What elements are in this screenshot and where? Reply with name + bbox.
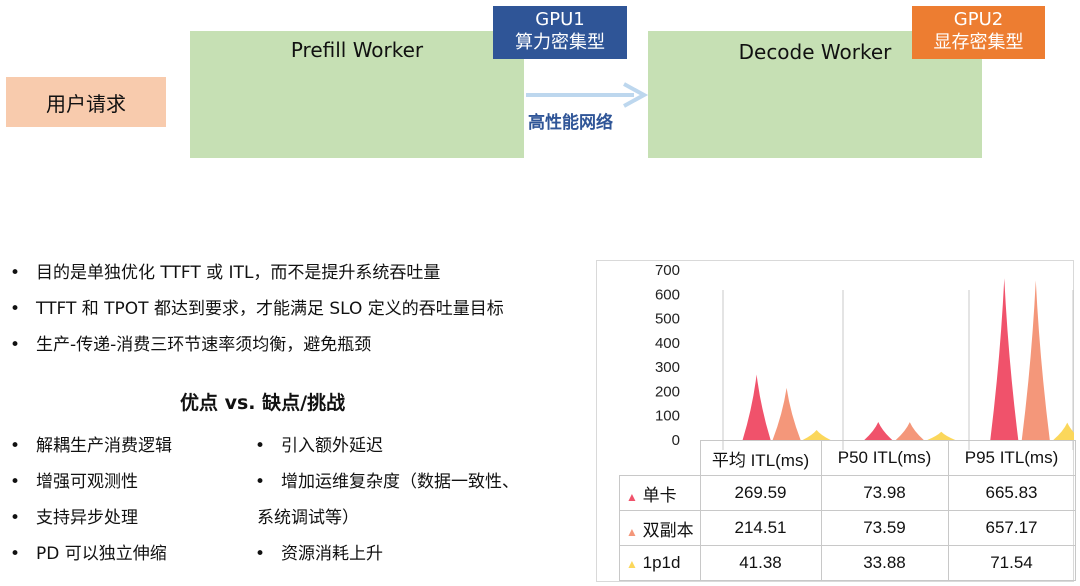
data-label: 33.88 (820, 545, 949, 581)
cons-text: 增加运维复杂度（数据一致性、 (281, 472, 519, 492)
cons-text: 引入额外延迟 (281, 436, 383, 456)
gpu2-name: GPU2 (953, 9, 1004, 30)
cons-text: 资源消耗上升 (281, 544, 383, 564)
pros-item: • 支持异步处理 (10, 500, 138, 536)
bullet-dot: • (10, 508, 21, 528)
bullet-text: 目的是单独优化 TTFT 或 ITL，而不是提升系统吞吐量 (36, 263, 441, 283)
itl-chart: 7006005004003002001000 (655, 262, 1074, 450)
table-row: ▲ 双副本 214.51 73.59 657.17 (619, 510, 1076, 546)
network-arrow (526, 82, 649, 108)
y-tick-label: 300 (655, 359, 680, 376)
y-tick-label: 600 (655, 286, 680, 303)
area-spike-1 (742, 374, 771, 440)
network-label: 高性能网络 (528, 113, 613, 133)
gpu2-tag: GPU2 显存密集型 (912, 6, 1045, 59)
column-header: P50 ITL(ms) (820, 440, 949, 476)
bullet-item: • 目的是单独优化 TTFT 或 ITL，而不是提升系统吞吐量 (10, 255, 440, 291)
data-label: 657.17 (947, 510, 1076, 546)
y-tick-label: 100 (655, 408, 680, 425)
bullet-dot: • (10, 472, 21, 492)
cons-item: • 资源消耗上升 (255, 536, 383, 572)
pros-text: 解耦生产消费逻辑 (36, 436, 172, 456)
prefill-worker-box: Prefill Worker (190, 31, 524, 158)
prefill-worker-label: Prefill Worker (290, 38, 424, 62)
legend-marker-icon: ▲ (626, 524, 638, 539)
cons-item: • 引入额外延迟 (255, 428, 383, 464)
series-name: 1p1d (642, 553, 681, 572)
bullet-dot: • (10, 299, 21, 319)
table-row: ▲ 单卡 269.59 73.98 665.83 (619, 475, 1076, 511)
y-tick-label: 500 (655, 311, 680, 328)
column-header: 平均 ITL(ms) (699, 440, 822, 476)
bullet-dot: • (10, 544, 21, 564)
area-spike-2 (772, 387, 801, 440)
cons-item-continued: 系统调试等） (257, 500, 359, 536)
pros-item: • 解耦生产消费逻辑 (10, 428, 172, 464)
pros-text: 支持异步处理 (36, 508, 138, 528)
bullet-item: • TTFT 和 TPOT 都达到要求，才能满足 SLO 定义的吞吐量目标 (10, 291, 504, 327)
bullet-dot: • (255, 436, 266, 456)
row-header: ▲ 1p1d (619, 545, 701, 581)
bullet-text: 生产-传递-消费三环节速率须均衡，避免瓶颈 (36, 335, 372, 355)
row-header: ▲ 单卡 (619, 475, 701, 511)
column-header: P95 ITL(ms) (947, 440, 1076, 476)
itl-data-table: 平均 ITL(ms) P50 ITL(ms) P95 ITL(ms) ▲ 单卡 … (619, 440, 1076, 581)
cons-item: • 增加运维复杂度（数据一致性、 (255, 464, 519, 500)
bullet-item: • 生产-传递-消费三环节速率须均衡，避免瓶颈 (10, 327, 371, 363)
area-spike-2 (1021, 280, 1050, 440)
table-row: ▲ 1p1d 41.38 33.88 71.54 (619, 545, 1076, 581)
y-tick-label: 400 (655, 335, 680, 352)
legend-marker-icon: ▲ (626, 489, 638, 504)
data-label: 73.59 (820, 510, 949, 546)
area-spike-3 (927, 431, 956, 440)
bullet-dot: • (10, 335, 21, 355)
y-tick-label: 700 (655, 262, 680, 279)
legend-marker-icon: ▲ (626, 557, 638, 571)
gpu1-tag: GPU1 算力密集型 (493, 6, 627, 59)
bullet-dot: • (10, 436, 21, 456)
row-header: ▲ 双副本 (619, 510, 701, 546)
area-spike-3 (1053, 422, 1074, 440)
data-label: 665.83 (947, 475, 1076, 511)
data-label: 269.59 (699, 475, 822, 511)
pros-item: • 增强可观测性 (10, 464, 138, 500)
data-label: 71.54 (947, 545, 1076, 581)
pros-text: PD 可以独立伸缩 (36, 544, 167, 564)
y-tick-label: 200 (655, 383, 680, 400)
bullet-text: TTFT 和 TPOT 都达到要求，才能满足 SLO 定义的吞吐量目标 (36, 299, 504, 319)
data-label: 73.98 (820, 475, 949, 511)
series-name: 单卡 (642, 485, 677, 505)
area-spike-1 (990, 278, 1019, 440)
user-request-label: 用户请求 (46, 91, 126, 116)
series-name: 双副本 (642, 520, 694, 540)
data-label: 214.51 (699, 510, 822, 546)
gpu2-desc: 显存密集型 (933, 32, 1024, 53)
area-spike-3 (802, 429, 831, 440)
table-corner (619, 440, 701, 476)
gpu1-desc: 算力密集型 (515, 32, 605, 53)
bullet-dot: • (255, 544, 266, 564)
gpu1-name: GPU1 (535, 9, 585, 30)
area-spike-2 (895, 422, 924, 440)
bullet-dot: • (255, 472, 266, 492)
cons-text: 系统调试等） (257, 508, 359, 528)
data-label: 41.38 (699, 545, 822, 581)
pros-item: • PD 可以独立伸缩 (10, 536, 167, 572)
area-spike-1 (864, 422, 893, 440)
user-request-box: 用户请求 (6, 77, 166, 127)
table-header-row: 平均 ITL(ms) P50 ITL(ms) P95 ITL(ms) (619, 440, 1076, 476)
bullet-dot: • (10, 263, 21, 283)
pros-text: 增强可观测性 (36, 472, 138, 492)
pros-cons-title: 优点 vs. 缺点/挑战 (180, 392, 346, 414)
